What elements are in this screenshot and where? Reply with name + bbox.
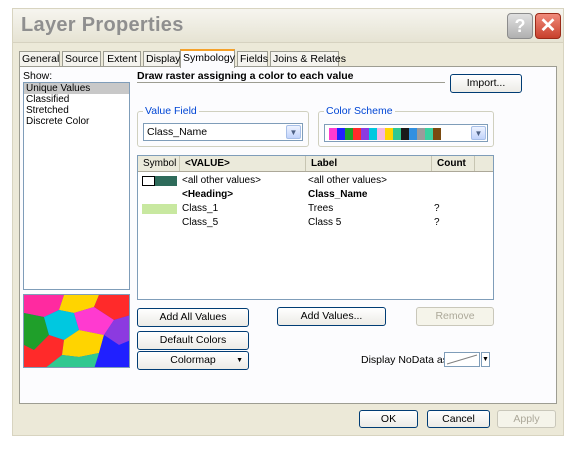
apply-button[interactable]: Apply: [497, 410, 556, 428]
value-field-value: Class_Name: [147, 126, 208, 138]
tab-extent[interactable]: Extent: [103, 51, 141, 67]
chevron-down-icon[interactable]: ▼: [471, 126, 486, 140]
color-ramp-swatches: [329, 128, 441, 140]
show-item-stretched[interactable]: Stretched: [24, 105, 129, 116]
colormap-button[interactable]: Colormap ▼: [137, 351, 249, 370]
row-value: <Heading>: [182, 189, 234, 200]
renderer-description: Draw raster assigning a color to each va…: [137, 70, 445, 83]
color-ramp-swatch: [369, 128, 377, 140]
col-count[interactable]: Count: [432, 156, 475, 171]
row-label: Class_Name: [308, 189, 368, 200]
chevron-down-icon[interactable]: ▼: [481, 352, 490, 367]
col-value[interactable]: <VALUE>: [180, 156, 306, 171]
remove-button[interactable]: Remove: [416, 307, 494, 326]
row-label: <all other values>: [308, 175, 387, 186]
close-button[interactable]: ✕: [535, 13, 561, 39]
color-ramp-swatch: [385, 128, 393, 140]
show-item-discrete-color[interactable]: Discrete Color: [24, 116, 129, 127]
ok-button[interactable]: OK: [359, 410, 418, 428]
dialog-title: Layer Properties: [21, 14, 184, 36]
default-colors-button[interactable]: Default Colors: [137, 331, 249, 350]
color-scheme-group: Color Scheme ▼: [318, 105, 494, 147]
import-button[interactable]: Import...: [450, 74, 522, 93]
color-ramp-swatch: [329, 128, 337, 140]
color-scheme-dropdown[interactable]: ▼: [324, 124, 488, 142]
row-value: Class_1: [182, 203, 219, 214]
row-count: ?: [434, 217, 440, 228]
tab-symbology[interactable]: Symbology: [180, 49, 235, 68]
tab-source[interactable]: Source: [62, 51, 101, 67]
title-bar: Layer Properties ? ✕: [13, 9, 563, 43]
color-ramp-swatch: [401, 128, 409, 140]
help-icon: ?: [514, 16, 526, 36]
row-value: <all other values>: [182, 175, 261, 186]
symbol-swatch[interactable]: [142, 204, 177, 214]
color-ramp-swatch: [393, 128, 401, 140]
symbol-outline-swatch[interactable]: [142, 176, 155, 186]
preview-map-graphic: [24, 295, 129, 367]
color-ramp-swatch: [417, 128, 425, 140]
nodata-label: Display NoData as: [361, 354, 448, 366]
table-row[interactable]: <all other values> <all other values>: [138, 174, 493, 188]
tab-general[interactable]: General: [19, 51, 60, 67]
chevron-down-icon[interactable]: ▼: [286, 125, 301, 139]
symbology-preview-image: [23, 294, 130, 368]
show-list: Unique Values Classified Stretched Discr…: [23, 82, 130, 290]
color-ramp-swatch: [361, 128, 369, 140]
table-row[interactable]: Class_5 Class 5 ?: [138, 216, 493, 230]
show-item-classified[interactable]: Classified: [24, 94, 129, 105]
add-all-values-button[interactable]: Add All Values: [137, 308, 249, 327]
row-label: Trees: [308, 203, 334, 214]
color-ramp-swatch: [337, 128, 345, 140]
color-ramp-swatch: [377, 128, 385, 140]
value-field-label: Value Field: [143, 105, 199, 117]
color-scheme-label: Color Scheme: [324, 105, 395, 117]
value-field-dropdown[interactable]: Class_Name ▼: [143, 123, 303, 141]
table-row[interactable]: <Heading> Class_Name: [138, 188, 493, 202]
color-ramp-swatch: [425, 128, 433, 140]
colormap-label: Colormap: [170, 354, 216, 366]
table-header: Symbol <VALUE> Label Count: [138, 156, 493, 172]
nodata-empty-symbol: [446, 354, 478, 365]
values-table: Symbol <VALUE> Label Count <all other va…: [137, 155, 494, 300]
tab-display[interactable]: Display: [143, 51, 180, 67]
row-label: Class 5: [308, 217, 342, 228]
color-ramp-swatch: [433, 128, 441, 140]
show-label: Show:: [23, 70, 53, 82]
value-field-group: Value Field Class_Name ▼: [137, 105, 309, 147]
help-button[interactable]: ?: [507, 13, 533, 39]
close-icon: ✕: [539, 15, 557, 37]
col-label[interactable]: Label: [306, 156, 432, 171]
symbol-swatch[interactable]: [155, 176, 177, 186]
nodata-color-swatch[interactable]: [444, 352, 480, 367]
color-ramp-swatch: [353, 128, 361, 140]
col-symbol[interactable]: Symbol: [138, 156, 180, 171]
add-values-button[interactable]: Add Values...: [277, 307, 386, 326]
layer-properties-dialog: Layer Properties ? ✕ General Source Exte…: [12, 8, 564, 436]
row-value: Class_5: [182, 217, 219, 228]
color-ramp-swatch: [409, 128, 417, 140]
chevron-down-icon: ▼: [236, 357, 243, 364]
show-item-unique-values[interactable]: Unique Values: [24, 83, 129, 94]
table-row[interactable]: Class_1 Trees ?: [138, 202, 493, 216]
color-ramp-swatch: [345, 128, 353, 140]
row-count: ?: [434, 203, 440, 214]
cancel-button[interactable]: Cancel: [427, 410, 490, 428]
tab-fields[interactable]: Fields: [237, 51, 268, 67]
tab-joins-relates[interactable]: Joins & Relates: [270, 51, 346, 67]
